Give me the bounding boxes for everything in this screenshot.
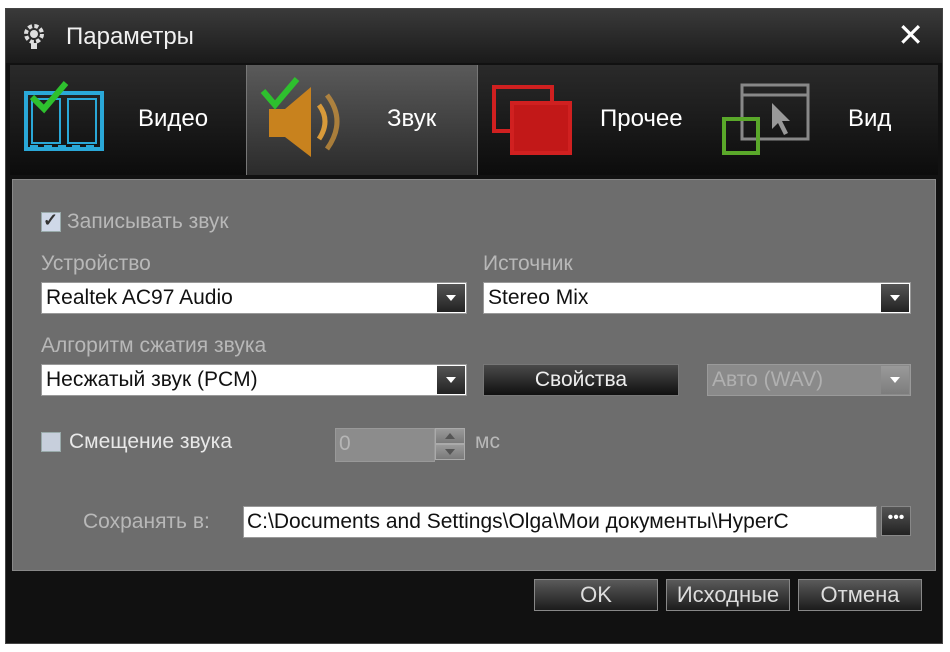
tab-label: Прочее	[600, 105, 683, 132]
tab-sound[interactable]: Звук	[246, 65, 478, 175]
format-select[interactable]: Авто (WAV)	[707, 364, 911, 396]
format-value: Авто (WAV)	[712, 368, 824, 391]
title-bar[interactable]: Параметры ✕	[6, 9, 942, 63]
tab-video[interactable]: Видео	[10, 65, 246, 175]
cursor-window-icon	[722, 83, 810, 155]
windows-icon	[492, 85, 572, 155]
device-label: Устройство	[41, 252, 151, 275]
codec-label: Алгоритм сжатия звука	[41, 334, 267, 357]
speaker-icon	[260, 77, 340, 157]
sound-offset-checkbox[interactable]	[41, 432, 61, 452]
chevron-down-icon[interactable]	[881, 284, 909, 312]
tab-label: Звук	[387, 105, 437, 132]
record-sound-checkbox[interactable]: ✓	[41, 210, 61, 232]
save-to-label: Сохранять в:	[83, 510, 210, 533]
tab-other[interactable]: Прочее	[478, 65, 710, 175]
chevron-down-icon[interactable]	[435, 444, 465, 460]
browse-button[interactable]: •••	[881, 506, 911, 536]
close-icon[interactable]: ✕	[897, 15, 924, 55]
record-sound-label: Записывать звук	[67, 210, 229, 233]
codec-select[interactable]: Несжатый звук (PCM)	[41, 364, 467, 396]
source-select[interactable]: Stereo Mix	[483, 282, 911, 314]
ok-button[interactable]: OK	[534, 579, 658, 611]
save-path-input[interactable]: C:\Documents and Settings\Olga\Мои докум…	[243, 506, 877, 538]
tab-bar: Видео Звук Прочее Вид	[10, 65, 938, 175]
cancel-button[interactable]: Отмена	[798, 579, 922, 611]
gear-icon	[24, 24, 44, 49]
device-value: Realtek AC97 Audio	[46, 286, 233, 309]
sound-offset-label: Смещение звука	[69, 430, 232, 453]
chevron-up-icon[interactable]	[435, 428, 465, 444]
properties-button[interactable]: Свойства	[483, 364, 679, 396]
settings-dialog: Параметры ✕ Видео Звук Прочее Вид ✓ Запи…	[5, 8, 943, 644]
offset-unit: мс	[475, 430, 500, 453]
source-label: Источник	[483, 252, 573, 275]
tab-label: Вид	[848, 105, 892, 132]
chevron-down-icon[interactable]	[881, 366, 909, 394]
sound-offset-input[interactable]: 0	[335, 428, 435, 462]
sound-settings-panel: ✓ Записывать звук Устройство Realtek AC9…	[12, 179, 936, 571]
source-value: Stereo Mix	[488, 286, 589, 309]
codec-value: Несжатый звук (PCM)	[46, 368, 258, 391]
tab-view[interactable]: Вид	[710, 65, 938, 175]
chevron-down-icon[interactable]	[437, 284, 465, 312]
chevron-down-icon[interactable]	[437, 366, 465, 394]
video-film-icon	[24, 81, 104, 151]
sound-offset-stepper[interactable]	[435, 428, 465, 462]
defaults-button[interactable]: Исходные	[666, 579, 790, 611]
tab-label: Видео	[138, 105, 209, 132]
window-title: Параметры	[66, 23, 194, 50]
device-select[interactable]: Realtek AC97 Audio	[41, 282, 467, 314]
